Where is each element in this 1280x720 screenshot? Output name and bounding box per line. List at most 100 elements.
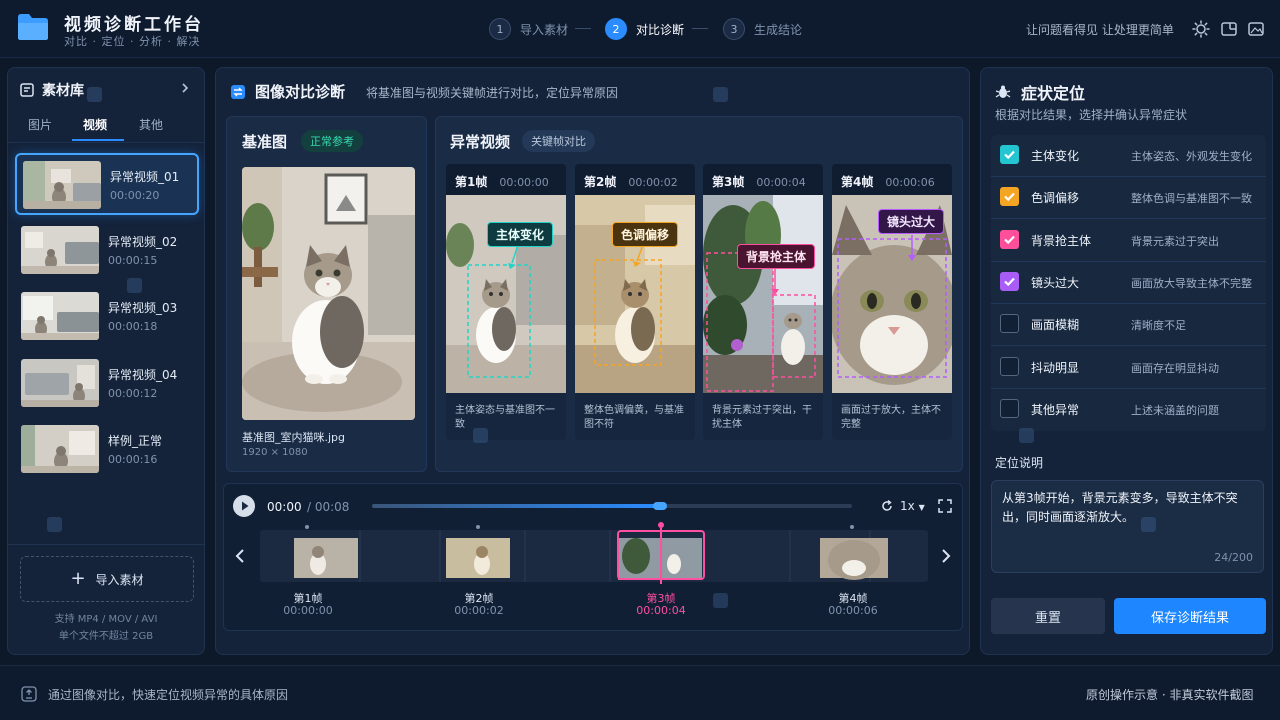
symptom-row[interactable]: 背景抢主体 背景元素过于突出 (991, 220, 1266, 262)
symptom-panel: 症状定位 根据对比结果，选择并确认异常症状 主体变化 主体姿态、外观发生变化 色调偏… (980, 67, 1273, 655)
symptom-row[interactable]: 其他异常 上述未涵盖的问题 (991, 389, 1266, 431)
keyframe-image: 背景抢主体 (703, 195, 823, 393)
chevron-right-icon[interactable] (180, 82, 190, 94)
filmstrip[interactable] (260, 530, 928, 582)
symptom-row[interactable]: 主体变化 主体姿态、外观发生变化 (991, 135, 1266, 177)
fullscreen-icon[interactable] (938, 499, 952, 513)
checkbox[interactable] (1000, 187, 1019, 207)
marker-time: 00:00:04 (636, 604, 686, 617)
total-time: / 00:08 (307, 500, 350, 514)
symptom-desc: 画面放大导致主体不完整 (1131, 276, 1252, 290)
step-label: 导入素材 (520, 22, 569, 37)
symptom-desc: 整体色调与基准图不一致 (1131, 192, 1252, 206)
image-icon[interactable] (1247, 20, 1265, 38)
video-timeline: 00:00 / 00:08 1x ▼ 第1帧 00:00:00 第2帧 00:00:0… (223, 483, 963, 631)
marker-dot (305, 525, 309, 529)
window-icon[interactable] (1220, 20, 1238, 38)
checkbox[interactable] (1000, 229, 1019, 249)
watermark-icon (713, 87, 728, 102)
symptom-list: 主体变化 主体姿态、外观发生变化 色调偏移 整体色调与基准图不一致 背景抢主体 背景元素过… (991, 135, 1266, 431)
step-compare[interactable]: 2 对比诊断 (605, 17, 684, 41)
chevron-right-icon[interactable] (939, 548, 953, 564)
symptom-row[interactable]: 画面模糊 清晰度不足 (991, 304, 1266, 347)
list-item[interactable]: 异常视频_01 00:00:20 (15, 153, 199, 215)
reset-button[interactable]: 重置 (991, 598, 1105, 634)
list-item[interactable]: 异常视频_03 00:00:18 (15, 286, 199, 348)
current-time: 00:00 (267, 500, 302, 514)
list-item[interactable]: 异常视频_02 00:00:15 (15, 220, 199, 282)
tab-divider (8, 142, 204, 143)
keyframe-card[interactable]: 第4帧 00:00:06 镜头过大 画面过于放大，主体不完整 (832, 164, 952, 440)
symptom-row[interactable]: 镜头过大 画面放大导致主体不完整 (991, 262, 1266, 304)
sun-icon[interactable] (1192, 20, 1210, 38)
compare-panel: 图像对比诊断 将基准图与视频关键帧进行对比，定位异常原因 基准图 正常参考 基准… (215, 67, 970, 655)
keyframe-header: 第1帧 00:00:00 (446, 164, 566, 195)
save-button[interactable]: 保存诊断结果 (1114, 598, 1266, 634)
video-thumbnail (21, 359, 99, 407)
seek-handle[interactable] (653, 502, 667, 510)
divider (8, 544, 204, 545)
import-button[interactable]: + 导入素材 (20, 556, 194, 602)
video-name: 样例_正常 (108, 434, 163, 448)
tab-other[interactable]: 其他 (139, 116, 163, 133)
symptom-desc: 主体姿态、外观发生变化 (1131, 150, 1252, 163)
tab-images[interactable]: 图片 (28, 116, 52, 133)
material-library: 素材库 图片 视频 其他 异常视频_01 00:00:20 异常视频_02 00… (7, 67, 205, 655)
step-import[interactable]: 1 导入素材 (489, 17, 568, 41)
bug-icon (995, 85, 1011, 98)
keyframe-card[interactable]: 第3帧 00:00:04 背景抢主体 背景元素过于突出，干扰主体 (703, 164, 823, 440)
keyframe-caption: 整体色调偏黄，与基准图不符 (584, 405, 684, 430)
checkbox[interactable] (1000, 145, 1019, 164)
video-duration: 00:00:20 (110, 189, 160, 202)
step-conclusion[interactable]: 3 生成结论 (723, 17, 802, 41)
symptom-row[interactable]: 色调偏移 整体色调与基准图不一致 (991, 177, 1266, 220)
checkbox[interactable] (1000, 356, 1019, 376)
compare-icon (231, 84, 245, 99)
list-item[interactable]: 样例_正常 00:00:16 (15, 419, 199, 481)
check-icon (1004, 193, 1015, 202)
symptom-desc: 清晰度不足 (1131, 319, 1186, 333)
keyframe-image: 镜头过大 (832, 195, 952, 393)
symptom-header: 症状定位 (995, 80, 1085, 104)
seek-fill (372, 504, 660, 508)
keyframe-card[interactable]: 第2帧 00:00:02 色调偏移 整体色调偏黄，与基准图不符 (575, 164, 695, 440)
seek-bar[interactable] (372, 502, 852, 510)
symptom-subtitle: 根据对比结果，选择并确认异常症状 (995, 108, 1188, 122)
checkbox[interactable] (1000, 271, 1019, 291)
base-title: 基准图 (242, 133, 288, 151)
symptom-tag: 背景抢主体 (737, 244, 816, 269)
symptom-row[interactable]: 抖动明显 画面存在明显抖动 (991, 347, 1266, 389)
format-hint: 支持 MP4 / MOV / AVI (54, 614, 158, 625)
speed-select[interactable]: 1x ▼ (900, 499, 925, 513)
loop-icon[interactable] (880, 499, 894, 513)
watermark-icon (47, 517, 62, 532)
list-item[interactable]: 异常视频_04 00:00:12 (15, 353, 199, 415)
char-count: 24/200 (1214, 551, 1253, 564)
checkbox[interactable] (1000, 398, 1019, 418)
marker-dot (476, 525, 480, 529)
keyframe-caption: 背景元素过于突出，干扰主体 (712, 405, 812, 430)
video-thumbnail (21, 425, 99, 473)
symptom-desc: 画面存在明显抖动 (1131, 361, 1219, 375)
watermark-icon (87, 87, 102, 102)
note-text: 从第3帧开始，背景元素变多，导致主体不突出，同时画面逐渐放大。 (1002, 491, 1238, 524)
slogan: 让问题看得见 让处理更简单 (1026, 23, 1174, 37)
base-image[interactable] (242, 167, 415, 420)
check-icon (1004, 235, 1015, 244)
app-header: 视频诊断工作台 对比 · 定位 · 分析 · 解决 1 导入素材 2 对比诊断 … (0, 0, 1280, 58)
info-icon (21, 686, 37, 702)
video-thumbnail (21, 226, 99, 274)
marker-time: 00:00:06 (828, 604, 878, 617)
symptom-desc: 背景元素过于突出 (1131, 234, 1219, 248)
watermark-icon (1141, 517, 1156, 532)
keyframe-caption: 主体姿态与基准图不一致 (455, 405, 555, 430)
note-textarea[interactable]: 从第3帧开始，背景元素变多，导致主体不突出，同时画面逐渐放大。 24/200 (991, 480, 1264, 573)
tab-videos[interactable]: 视频 (83, 116, 107, 133)
checkbox[interactable] (1000, 314, 1019, 334)
keyframe-card[interactable]: 第1帧 00:00:00 主体变化 主体姿态与基准图不一致 (446, 164, 566, 440)
symptom-name: 镜头过大 (1031, 275, 1080, 290)
tab-underline (72, 139, 124, 141)
chevron-down-icon: ▼ (918, 503, 925, 512)
play-button[interactable] (233, 495, 255, 517)
chevron-left-icon[interactable] (233, 548, 247, 564)
